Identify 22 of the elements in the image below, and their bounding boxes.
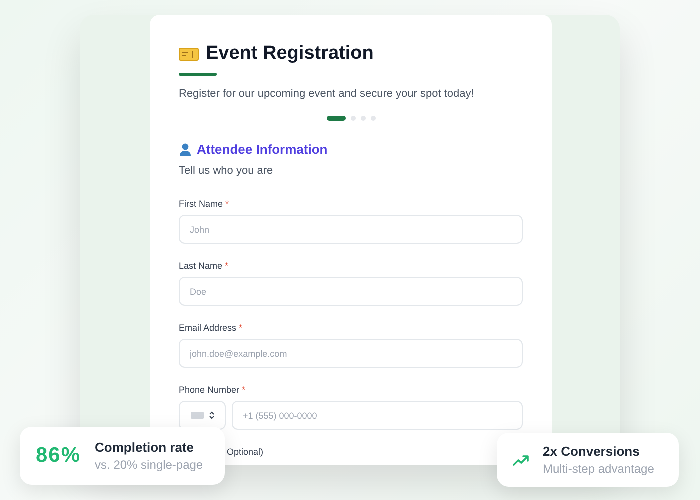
field-label: Email Address *	[179, 323, 243, 333]
form-subtitle: Register for our upcoming event and secure your spot today!	[179, 88, 476, 100]
stat-subtitle: Multi-step advantage	[543, 462, 654, 476]
trend-up-icon	[513, 454, 529, 466]
chevron-updown-icon	[208, 411, 214, 420]
section-subtitle: Tell us who you are	[179, 165, 274, 177]
input-field[interactable]: +1 (555) 000-0000	[232, 401, 523, 430]
ticket-icon	[179, 48, 199, 60]
field-label: Last Name *	[179, 261, 229, 271]
stat-title: 2x Conversions	[543, 444, 641, 459]
field-label: Optional)	[227, 447, 264, 457]
input-field[interactable]: Doe	[179, 277, 523, 306]
field-label: Phone Number *	[179, 385, 246, 395]
stat-subtitle: vs. 20% single-page	[95, 458, 204, 472]
input-field[interactable]: John	[179, 215, 523, 244]
field-label: First Name *	[179, 199, 230, 209]
form-title: Event Registration	[206, 43, 374, 65]
section-title: Attendee Information	[197, 142, 328, 157]
person-icon	[179, 143, 192, 156]
stat-value: 86%	[36, 444, 82, 468]
input-field[interactable]: john.doe@example.com	[179, 339, 523, 368]
stat-title: Completion rate	[95, 440, 195, 455]
